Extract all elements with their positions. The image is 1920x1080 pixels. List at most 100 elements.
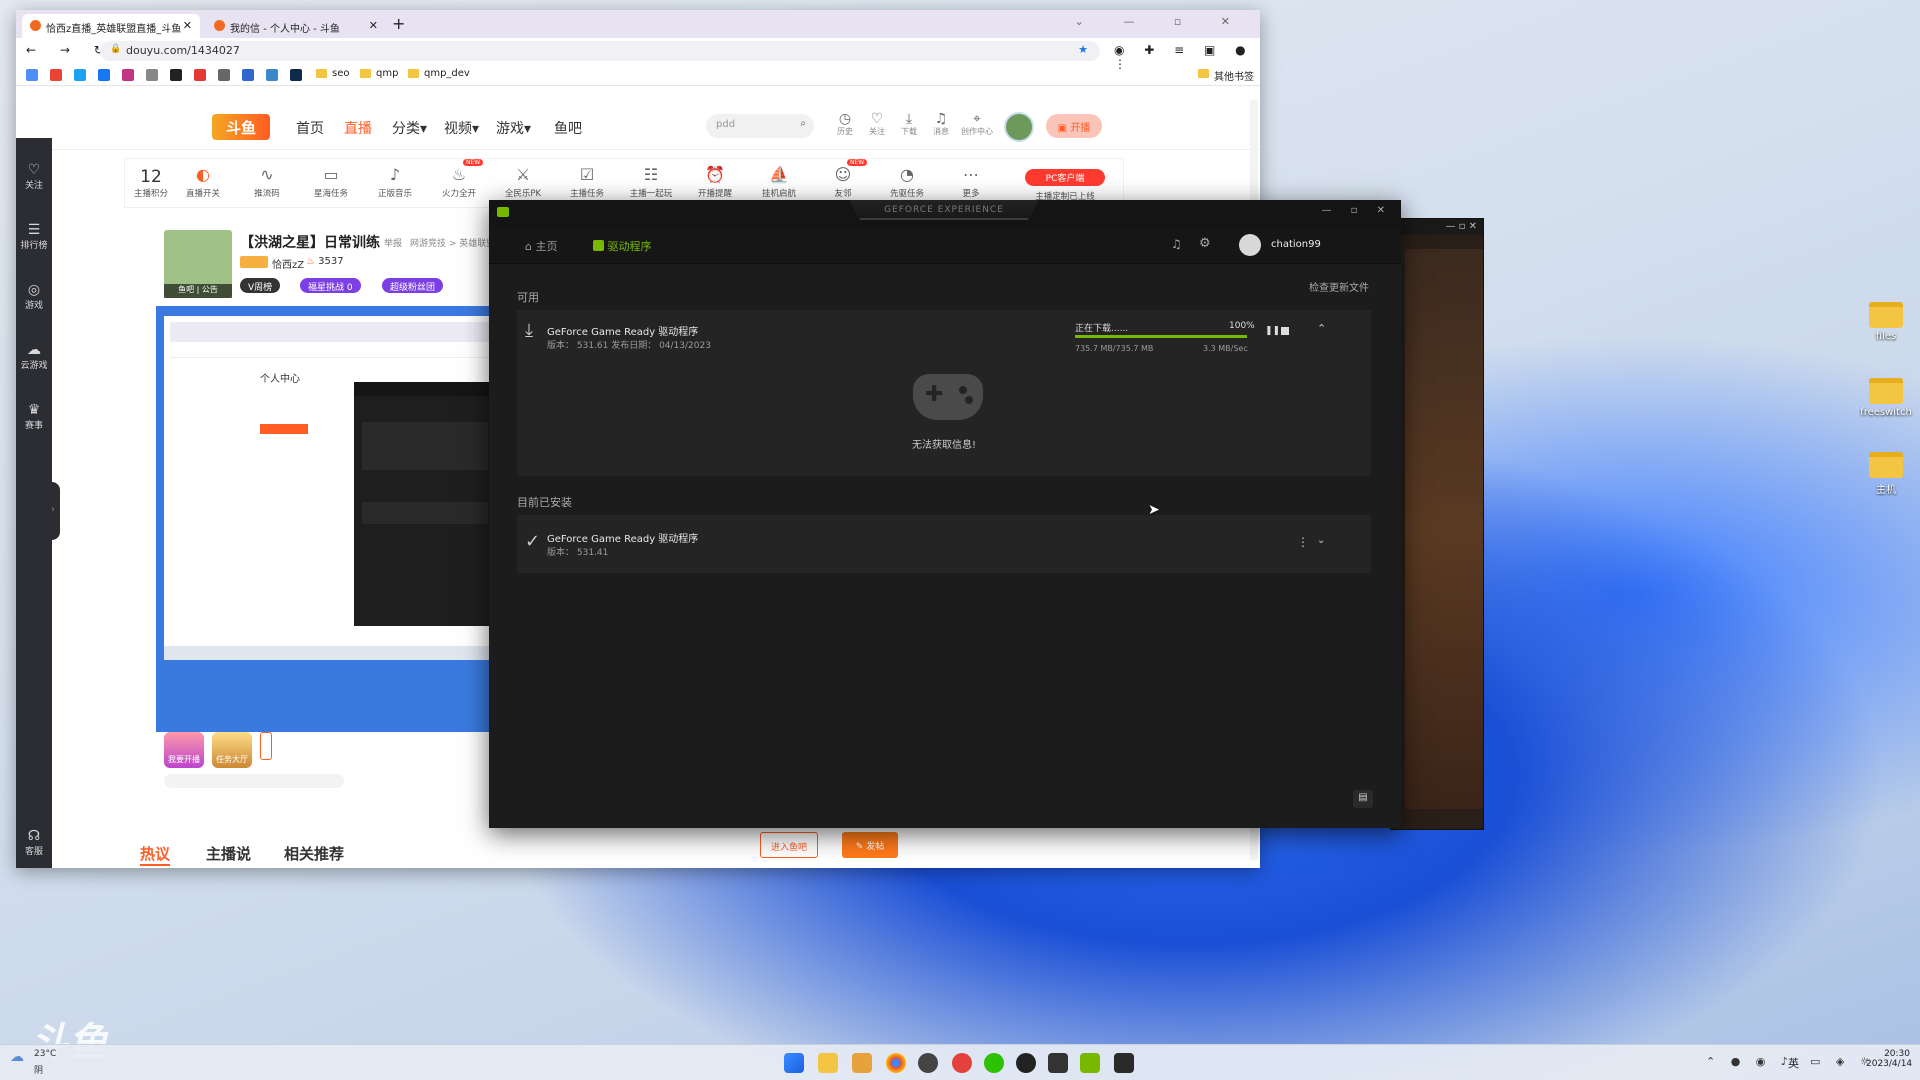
chevron-up-icon[interactable]: ⌃ <box>1317 322 1326 335</box>
github-icon[interactable] <box>170 69 182 81</box>
app-icon[interactable] <box>852 1053 872 1073</box>
report-link[interactable]: 举报 <box>384 236 402 249</box>
start-icon[interactable] <box>784 1053 804 1073</box>
avatar[interactable] <box>1004 112 1034 142</box>
bookmark-icon[interactable] <box>194 69 206 81</box>
nav-home[interactable]: 首页 <box>296 118 324 138</box>
bookmark-icon[interactable] <box>242 69 254 81</box>
bookmark-icon[interactable] <box>266 69 278 81</box>
tab-hot-discussion[interactable]: 热议 <box>140 843 171 866</box>
tool-anchor-task[interactable]: ☑ 主播任务 <box>561 165 613 199</box>
chevron-down-icon[interactable]: ⌄ <box>1317 535 1325 546</box>
desktop-icon-freeswitch[interactable]: freeswitch <box>1860 378 1912 418</box>
bookmark-icon[interactable] <box>218 69 230 81</box>
desktop-icon-files[interactable]: files <box>1860 302 1912 342</box>
tool-live-switch[interactable]: ◐ 直播开关 <box>177 165 229 199</box>
geforce-experience-window[interactable]: GEFORCE EXPERIENCE — ▫ ✕ ⌂ 主页 驱动程序 ♫ ⚙ c… <box>489 200 1401 828</box>
tab-streamer-says[interactable]: 主播说 <box>206 843 251 864</box>
app-icon[interactable] <box>952 1053 972 1073</box>
weather-widget[interactable]: ☁ 23°C 阴 <box>10 1049 56 1076</box>
window-controls[interactable]: ⌄ — ▫ ✕ <box>1075 15 1248 28</box>
nav-fishbar[interactable]: 鱼吧 <box>554 118 582 138</box>
nav-video[interactable]: 视频▾ <box>444 118 479 138</box>
activity-task-hall[interactable]: 任务大厅 <box>212 732 252 768</box>
search-input[interactable]: pdd ⌕ <box>706 114 814 138</box>
nav-home[interactable]: ⌂ 主页 <box>525 238 557 254</box>
new-tab-button[interactable]: + <box>392 14 405 33</box>
user-avatar-icon[interactable] <box>1239 234 1261 256</box>
wechat-icon[interactable] <box>984 1053 1004 1073</box>
chat-input-placeholder[interactable] <box>164 774 344 788</box>
super-fans-badge[interactable]: 超级粉丝团 <box>382 278 444 293</box>
tool-idle-sail[interactable]: ⛵ 挂机启航 <box>753 165 805 199</box>
rail-item-service[interactable]: ☊ 客服 <box>16 828 52 857</box>
ime-indicator[interactable]: 英 <box>1788 1055 1799 1071</box>
google-icon[interactable] <box>50 69 62 81</box>
window-controls[interactable]: — ▫ ✕ <box>1445 221 1477 232</box>
anchor-points[interactable]: 12 主播积分 <box>125 167 177 199</box>
header-follow[interactable]: ♡ 关注 <box>864 112 890 137</box>
rail-expand-handle[interactable]: › <box>46 482 60 540</box>
app-icon[interactable] <box>1114 1053 1134 1073</box>
tab-douyu-live[interactable]: 恰西z直播_英雄联盟直播_斗鱼 ✕ <box>22 14 200 38</box>
tab-related[interactable]: 相关推荐 <box>284 843 344 864</box>
chrome-icon[interactable] <box>886 1053 906 1073</box>
header-history[interactable]: ◷ 历史 <box>832 112 858 137</box>
background-window[interactable]: — ▫ ✕ <box>1390 218 1484 830</box>
bookmark-folder-qmp[interactable]: qmp <box>360 68 398 79</box>
weekly-rank-badge[interactable]: V周榜 <box>240 278 281 293</box>
streamer-name[interactable]: 恰西zZ <box>272 256 304 271</box>
app-icon[interactable] <box>1048 1053 1068 1073</box>
search-icon[interactable]: ⌕ <box>800 118 806 129</box>
avatar-tags[interactable]: 鱼吧 | 公告 <box>164 284 232 298</box>
douyu-logo[interactable]: 斗鱼 <box>212 114 270 140</box>
tool-star-task[interactable]: ▭ 星海任务 <box>305 165 357 199</box>
gear-icon[interactable]: ⚙ <box>1199 236 1211 251</box>
close-icon[interactable]: ✕ <box>183 19 192 32</box>
lucky-challenge-badge[interactable]: 福星挑战 0 <box>300 278 361 293</box>
bookmark-folder-qmp-dev[interactable]: qmp_dev <box>408 68 470 79</box>
tab-personal-center[interactable]: 我的信 - 个人中心 - 斗鱼 ✕ <box>206 14 386 38</box>
nav-live[interactable]: 直播 <box>344 118 372 138</box>
header-download[interactable]: ⤓ 下载 <box>896 112 922 137</box>
activity-open-stream[interactable]: 我要开播 <box>164 732 204 768</box>
header-creator-center[interactable]: ⌖ 创作中心 <box>960 112 994 137</box>
nav-category[interactable]: 分类▾ <box>392 118 427 138</box>
tool-play-together[interactable]: ☷ 主播一起玩 <box>625 165 677 199</box>
tool-friends[interactable]: NEW ☺ 友邻 <box>817 159 869 199</box>
url-input[interactable]: 🔒 douyu.com/1434027 ★ <box>100 41 1100 61</box>
tool-music[interactable]: ♪ 正版音乐 <box>369 165 421 199</box>
start-stream-button[interactable]: ▣ 开播 <box>1046 114 1102 138</box>
bookmark-icon[interactable] <box>290 69 302 81</box>
post-button[interactable]: ✎ 发帖 <box>842 832 898 858</box>
header-messages[interactable]: ♫ 消息 <box>928 112 954 137</box>
rail-item-follow[interactable]: ♡ 关注 <box>16 162 52 191</box>
bookmark-icon[interactable] <box>26 69 38 81</box>
tool-firepower[interactable]: NEW ♨ 火力全开 <box>433 159 485 199</box>
check-updates-link[interactable]: 检查更新文件 <box>1309 279 1369 294</box>
tool-pk[interactable]: ⚔ 全民乐PK <box>497 165 549 199</box>
clock[interactable]: 20:30 2023/4/14 <box>1866 1049 1912 1069</box>
tool-reminder[interactable]: ⏰ 开播提醒 <box>689 165 741 199</box>
stop-icon[interactable] <box>1281 327 1289 335</box>
tool-pioneer-task[interactable]: ◔ 先驱任务 <box>881 165 933 199</box>
room-category[interactable]: 网游竞技 > 英雄联盟 <box>410 236 495 249</box>
activity-more-arrow[interactable] <box>260 732 272 760</box>
system-tray[interactable]: ⌃ ● ◉ ♪ <box>1706 1055 1794 1068</box>
file-explorer-icon[interactable] <box>818 1053 838 1073</box>
instagram-icon[interactable] <box>122 69 134 81</box>
rail-item-games[interactable]: ◎ 游戏 <box>16 282 52 311</box>
twitter-icon[interactable] <box>74 69 86 81</box>
bookmark-icon[interactable] <box>146 69 158 81</box>
close-icon[interactable]: ✕ <box>369 19 378 32</box>
enter-fishbar-button[interactable]: 进入鱼吧 <box>760 832 818 858</box>
feedback-icon[interactable]: ▤ <box>1353 790 1373 808</box>
username[interactable]: chation99 <box>1271 239 1321 250</box>
nvidia-icon[interactable] <box>1080 1053 1100 1073</box>
app-icon[interactable] <box>1016 1053 1036 1073</box>
nav-games[interactable]: 游戏▾ <box>496 118 531 138</box>
pc-client-link[interactable]: PC客户端 主播定制已上线 <box>1025 169 1105 202</box>
star-icon[interactable]: ★ <box>1078 43 1088 56</box>
more-vertical-icon[interactable]: ⋮ <box>1297 535 1309 549</box>
pause-icon[interactable]: ❚❚ <box>1265 326 1280 336</box>
